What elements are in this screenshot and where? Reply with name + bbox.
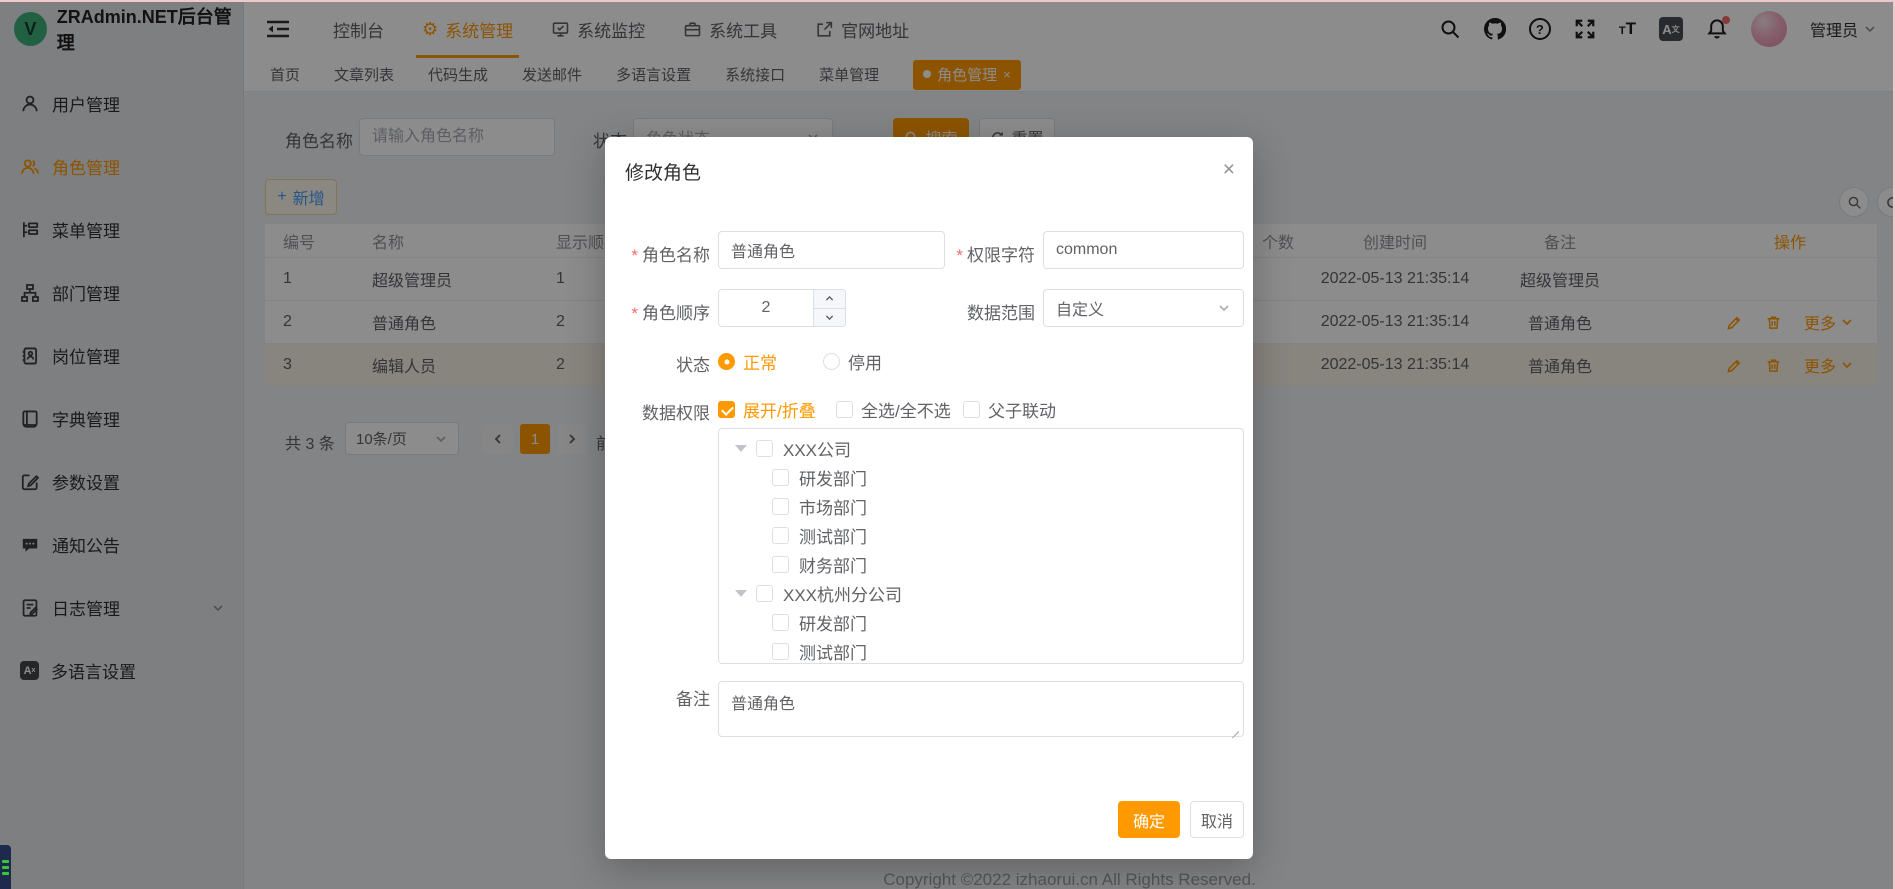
tree-node-label: XXX公司 [783,436,851,461]
required-asterisk: * [631,246,638,265]
checkbox-icon[interactable] [772,498,789,515]
tree-node-label: 研发部门 [799,610,867,635]
role-name-input[interactable] [718,231,945,269]
tree-node-label: 测试部门 [799,523,867,548]
chevron-down-icon [824,312,835,323]
cancel-button[interactable]: 取消 [1190,801,1244,838]
checkbox-icon[interactable] [772,527,789,544]
status-radio-group: 正常 停用 [718,349,882,374]
checkbox-icon [836,401,853,418]
checkbox-icon [718,401,735,418]
radio-disabled[interactable]: 停用 [823,349,882,374]
radio-icon [718,353,735,370]
confirm-button[interactable]: 确定 [1118,801,1180,838]
role-order-label: *角色顺序 [605,299,710,324]
radio-icon [823,353,840,370]
dept-tree: XXX公司 研发部门 市场部门 测试部门 财务部门 XXX杭州分公司 研发部门 [718,428,1244,664]
dialog-title: 修改角色 [625,158,701,185]
tree-node-branch-company[interactable]: XXX杭州分公司 [719,579,1243,608]
role-order-value[interactable]: 2 [719,290,813,326]
tree-node-label: 测试部门 [799,639,867,664]
checkbox-icon[interactable] [772,614,789,631]
chevron-down-icon [1217,301,1231,315]
radio-normal[interactable]: 正常 [718,349,777,374]
role-order-stepper: 2 [718,289,846,327]
tree-node-dept[interactable]: 财务部门 [719,550,1243,579]
tree-node-company[interactable]: XXX公司 [719,434,1243,463]
checkbox-label: 展开/折叠 [743,397,816,422]
tree-node-dept[interactable]: 研发部门 [719,608,1243,637]
tree-node-label: 研发部门 [799,465,867,490]
data-perm-label: 数据权限 [605,399,710,424]
status-label: 状态 [605,351,710,376]
checkbox-icon[interactable] [772,469,789,486]
checkbox-icon[interactable] [756,585,773,602]
checkbox-icon[interactable] [772,556,789,573]
window-top-edge [0,0,1895,2]
perm-char-label: *权限字符 [935,241,1035,266]
close-icon[interactable]: × [1223,159,1235,180]
decrease-button[interactable] [814,309,845,327]
checkbox-label: 父子联动 [988,397,1056,422]
remark-textarea[interactable]: 普通角色 [718,681,1244,737]
remark-label: 备注 [605,685,710,710]
checkbox-label: 全选/全不选 [861,397,951,422]
data-scope-label: 数据范围 [935,299,1035,324]
data-scope-value: 自定义 [1056,296,1104,320]
checkbox-icon [963,401,980,418]
role-name-label: *角色名称 [605,241,710,266]
tree-node-label: 财务部门 [799,552,867,577]
edit-role-dialog: 修改角色 × *角色名称 *权限字符 *角色顺序 2 数据范围 自定义 状态 正… [605,137,1253,859]
checkbox-parent-child[interactable]: 父子联动 [963,397,1056,422]
caret-down-icon[interactable] [735,445,747,452]
corner-widget [0,845,11,889]
checkbox-icon[interactable] [756,440,773,457]
required-asterisk: * [631,304,638,323]
checkbox-select-all[interactable]: 全选/全不选 [836,397,951,422]
required-asterisk: * [956,246,963,265]
checkbox-icon[interactable] [772,643,789,660]
tree-node-label: 市场部门 [799,494,867,519]
data-scope-select[interactable]: 自定义 [1043,289,1244,327]
perm-char-input[interactable] [1043,231,1244,269]
radio-label: 正常 [743,349,777,374]
checkbox-expand-collapse[interactable]: 展开/折叠 [718,397,816,422]
caret-down-icon[interactable] [735,590,747,597]
tree-node-dept[interactable]: 市场部门 [719,492,1243,521]
tree-node-dept[interactable]: 测试部门 [719,637,1243,664]
tree-node-dept[interactable]: 研发部门 [719,463,1243,492]
tree-node-label: XXX杭州分公司 [783,581,902,606]
tree-node-dept[interactable]: 测试部门 [719,521,1243,550]
increase-button[interactable] [814,290,845,309]
radio-label: 停用 [848,349,882,374]
chevron-up-icon [824,293,835,304]
